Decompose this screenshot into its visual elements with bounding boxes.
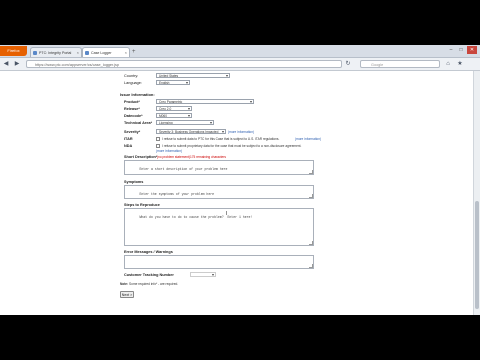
forward-icon[interactable]: ▶ <box>13 60 21 68</box>
itar-checkbox[interactable] <box>156 137 160 141</box>
resize-handle[interactable] <box>309 264 313 268</box>
language-select[interactable]: English <box>156 80 190 85</box>
nda-more-info-link[interactable]: (more information) <box>156 149 182 153</box>
close-tab-icon[interactable]: × <box>125 48 127 57</box>
resize-handle[interactable] <box>309 241 313 245</box>
customer-tracking-input[interactable] <box>190 272 216 277</box>
severity-label: Severity* <box>124 130 141 134</box>
tab-case-logger[interactable]: Case Logger × <box>82 47 130 57</box>
symptoms-textarea[interactable]: Enter the symptoms of your problem here <box>124 185 314 199</box>
close-tab-icon[interactable]: × <box>77 48 79 57</box>
country-label: Country: <box>124 74 139 78</box>
language-label: Language: <box>124 81 142 85</box>
case-logger-page: Country: United States Language: English… <box>0 71 480 315</box>
short-description-help: (no problem statement) <box>157 155 190 159</box>
release-label: Release* <box>124 107 140 111</box>
resize-handle[interactable] <box>309 194 313 198</box>
maximize-button[interactable]: □ <box>456 46 466 54</box>
itar-more-info-link[interactable]: (more information) <box>295 137 321 141</box>
browser-window: Firefox PTC: Integrity Portal × Case Log… <box>0 45 480 315</box>
resize-handle[interactable] <box>309 170 313 174</box>
minimize-button[interactable]: – <box>446 46 456 54</box>
scrollbar-thumb[interactable] <box>475 201 479 309</box>
itar-text: I refuse to submit data to PTC for this … <box>162 137 280 141</box>
tab-label: Case Logger <box>91 51 112 55</box>
release-select[interactable]: Creo 2.0 <box>156 106 192 111</box>
remaining-characters: 175 remaining characters <box>190 155 226 159</box>
error-messages-label: Error Messages / Warnings <box>124 250 173 254</box>
issue-information-heading: Issue Information: <box>120 92 155 97</box>
itar-label: ITAR <box>124 137 133 141</box>
navigation-bar: ◀ ▶ https://www.ptc.com/appserver/cs/cas… <box>0 58 480 71</box>
steps-to-reproduce-label: Steps to Reproduce <box>124 203 160 207</box>
symptoms-label: Symptoms <box>124 180 144 184</box>
nda-text: I refuse to submit proprietary data for … <box>162 144 302 148</box>
tab-integrity-portal[interactable]: PTC: Integrity Portal × <box>30 47 82 57</box>
error-messages-textarea[interactable] <box>124 255 314 269</box>
steps-to-reproduce-text: What do you have to do to cause the prob… <box>139 215 253 219</box>
severity-help-link[interactable]: (more information) <box>228 130 254 134</box>
datecode-label: Datecode* <box>124 114 143 118</box>
short-description-text: Enter a short description of your proble… <box>139 167 228 171</box>
tab-bar: Firefox PTC: Integrity Portal × Case Log… <box>0 45 480 58</box>
datecode-select[interactable]: M060 <box>156 113 192 118</box>
nda-checkbox[interactable] <box>156 144 160 148</box>
page-scrollbar[interactable] <box>473 71 480 315</box>
text-cursor-icon: I <box>226 211 228 217</box>
technical-area-select[interactable]: Licensing <box>156 120 214 125</box>
severity-select[interactable]: Severity 3: Business Operations Impacted <box>156 129 226 134</box>
favicon-icon <box>33 51 37 55</box>
note-body: Some required info* - are required. <box>129 282 179 286</box>
new-tab-button[interactable]: + <box>132 48 136 56</box>
search-input[interactable]: Google <box>360 60 440 68</box>
note-label: Note: <box>120 282 129 286</box>
bookmarks-icon[interactable]: ★ <box>456 60 464 68</box>
home-icon[interactable]: ⌂ <box>444 60 452 68</box>
close-window-button[interactable]: ✕ <box>467 46 477 54</box>
symptoms-text: Enter the symptoms of your problem here <box>139 192 215 196</box>
nda-label: NDA <box>124 144 133 148</box>
product-select[interactable]: Creo Parametric <box>156 99 254 104</box>
reload-icon[interactable]: ↻ <box>344 60 352 68</box>
firefox-menu-button[interactable]: Firefox <box>0 46 27 56</box>
customer-tracking-label: Customer Tracking Number <box>124 273 174 277</box>
note-text: Note: Some required info* - are required… <box>120 282 178 286</box>
tab-label: PTC: Integrity Portal <box>39 51 72 55</box>
back-icon[interactable]: ◀ <box>2 60 10 68</box>
url-bar[interactable]: https://www.ptc.com/appserver/cs/case_lo… <box>26 60 342 68</box>
next-button[interactable]: Next > <box>120 291 134 298</box>
short-description-label: Short Description* <box>124 155 158 159</box>
country-select[interactable]: United States <box>156 73 230 78</box>
short-description-textarea[interactable]: Enter a short description of your proble… <box>124 160 314 175</box>
technical-area-label: Technical Area* <box>124 121 153 125</box>
favicon-icon <box>85 51 89 55</box>
steps-to-reproduce-textarea[interactable]: What do you have to do to cause the prob… <box>124 208 314 246</box>
product-label: Product* <box>124 100 140 104</box>
